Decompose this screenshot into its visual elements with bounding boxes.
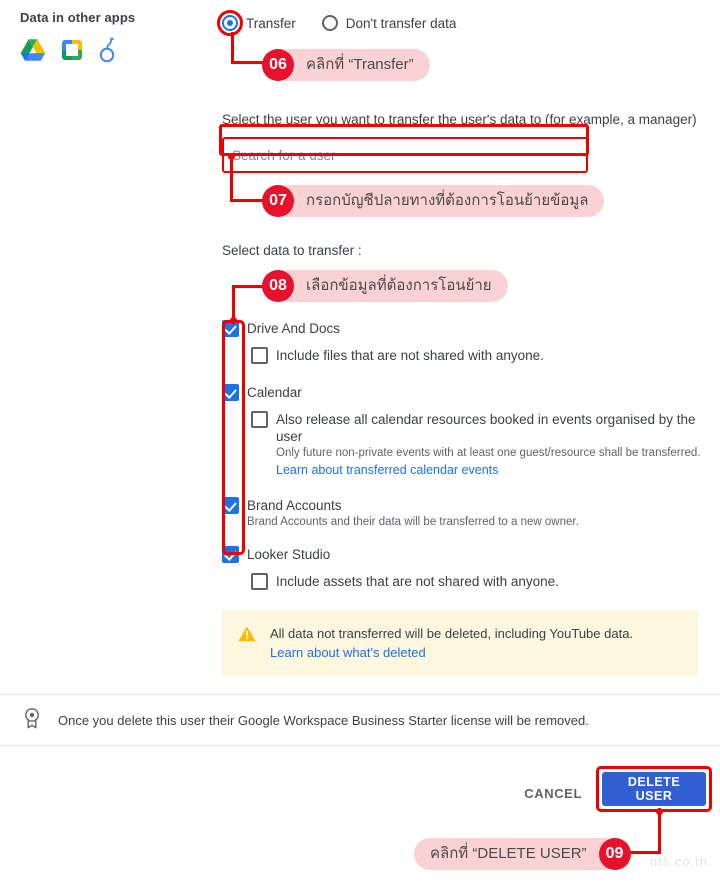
warning-text: All data not transferred will be deleted… [270,626,634,641]
warning-banner: All data not transferred will be deleted… [222,610,698,676]
radio-dont-transfer-label: Don't transfer data [345,15,457,31]
checkbox-calendar-label: Calendar [247,385,302,400]
radio-transfer[interactable] [217,10,243,36]
google-classroom-icon [60,38,84,62]
annotation-08-text: เลือกข้อมูลที่ต้องการโอนย้าย [306,277,492,294]
select-data-label: Select data to transfer : [222,243,362,258]
checkbox-release-calendar-resources[interactable] [251,411,268,428]
leader-line-09-vertical [658,811,661,854]
annotation-09-number: 09 [598,838,631,870]
annotation-08-pill: เลือกข้อมูลที่ต้องการโอนย้าย [272,270,508,302]
looker-studio-icon [98,37,118,63]
annotation-07-pill: กรอกบัญชีปลายทางที่ต้องการโอนย้ายข้อมูล [272,185,605,217]
radio-transfer-dot [227,20,233,26]
list-item: Also release all calendar resources book… [251,411,702,479]
leader-line-08-vertical [232,287,235,320]
checkbox-include-unshared-assets[interactable] [251,573,268,590]
annotation-09-pill: คลิกที่ “DELETE USER” [414,838,621,870]
radio-dont-transfer[interactable] [321,15,338,31]
annotation-07-number: 07 [262,185,294,217]
checkbox-drive-and-docs-label: Drive And Docs [247,321,341,336]
list-item: Calendar [222,384,702,401]
list-item: Looker Studio [222,546,702,563]
license-badge-icon [22,707,42,734]
license-notice-bar: Once you delete this user their Google W… [0,694,720,746]
google-drive-icon [20,38,46,62]
list-item: Drive And Docs [222,320,702,337]
data-in-other-apps-panel: Data in other apps [20,10,210,63]
watermark: nts.co.th [649,854,708,869]
leader-line-06-horizontal [231,61,263,64]
cancel-button[interactable]: CANCEL [514,778,592,809]
radio-transfer-label: Transfer [246,15,296,31]
app-icon-row [20,37,210,63]
checkbox-include-unshared-files-label: Include files that are not shared with a… [276,348,544,363]
annotation-07: 07 กรอกบัญชีปลายทางที่ต้องการโอนย้ายข้อม… [262,185,605,217]
checkbox-release-calendar-resources-label: Also release all calendar resources book… [276,412,696,444]
calendar-note: Only future non-private events with at l… [276,447,701,459]
leader-line-06-vertical [231,32,234,64]
delete-user-button[interactable]: DELETE USER [602,772,706,806]
highlight-box-checkbox-column [222,320,245,555]
list-item: Include files that are not shared with a… [251,347,702,364]
checkbox-include-unshared-assets-label: Include assets that are not shared with … [276,574,559,589]
highlight-box-search-input [219,124,589,156]
list-item: Brand Accounts Brand Accounts and their … [222,497,702,530]
dialog-footer: CANCEL DELETE USER [0,762,720,818]
checkbox-brand-accounts-label: Brand Accounts [247,498,342,513]
checkbox-include-unshared-files[interactable] [251,347,268,364]
brand-accounts-note: Brand Accounts and their data will be tr… [247,516,579,528]
leader-line-07-horizontal [230,199,263,202]
annotation-08-number: 08 [262,270,294,302]
warning-triangle-icon [238,626,256,647]
transfer-form: Transfer Don't transfer data Select the … [217,10,702,676]
license-notice-text: Once you delete this user their Google W… [58,712,589,728]
annotation-09: คลิกที่ “DELETE USER” 09 [414,838,631,870]
annotation-07-text: กรอกบัญชีปลายทางที่ต้องการโอนย้ายข้อมูล [306,192,589,209]
annotation-06: 06 คลิกที่ “Transfer” [262,49,430,81]
annotation-09-text: คลิกที่ “DELETE USER” [430,845,587,862]
checkbox-looker-studio-label: Looker Studio [247,547,331,562]
learn-about-whats-deleted-link[interactable]: Learn about what's deleted [270,643,633,662]
learn-about-transferred-calendar-events-link[interactable]: Learn about transferred calendar events [276,463,498,477]
annotation-08: 08 เลือกข้อมูลที่ต้องการโอนย้าย [262,270,508,302]
panel-title: Data in other apps [20,10,136,25]
annotation-06-text: คลิกที่ “Transfer” [306,56,414,73]
leader-line-08-horizontal [232,285,263,288]
annotation-06-pill: คลิกที่ “Transfer” [272,49,430,81]
list-item: Include assets that are not shared with … [251,573,702,590]
transfer-data-list: Drive And Docs Include files that are no… [222,320,702,590]
delete-user-transfer-page: Data in other apps Transfer Don't transf… [0,0,720,882]
leader-line-07-vertical [230,156,233,202]
annotation-06-number: 06 [262,49,294,81]
transfer-option-group: Transfer Don't transfer data [217,10,702,36]
